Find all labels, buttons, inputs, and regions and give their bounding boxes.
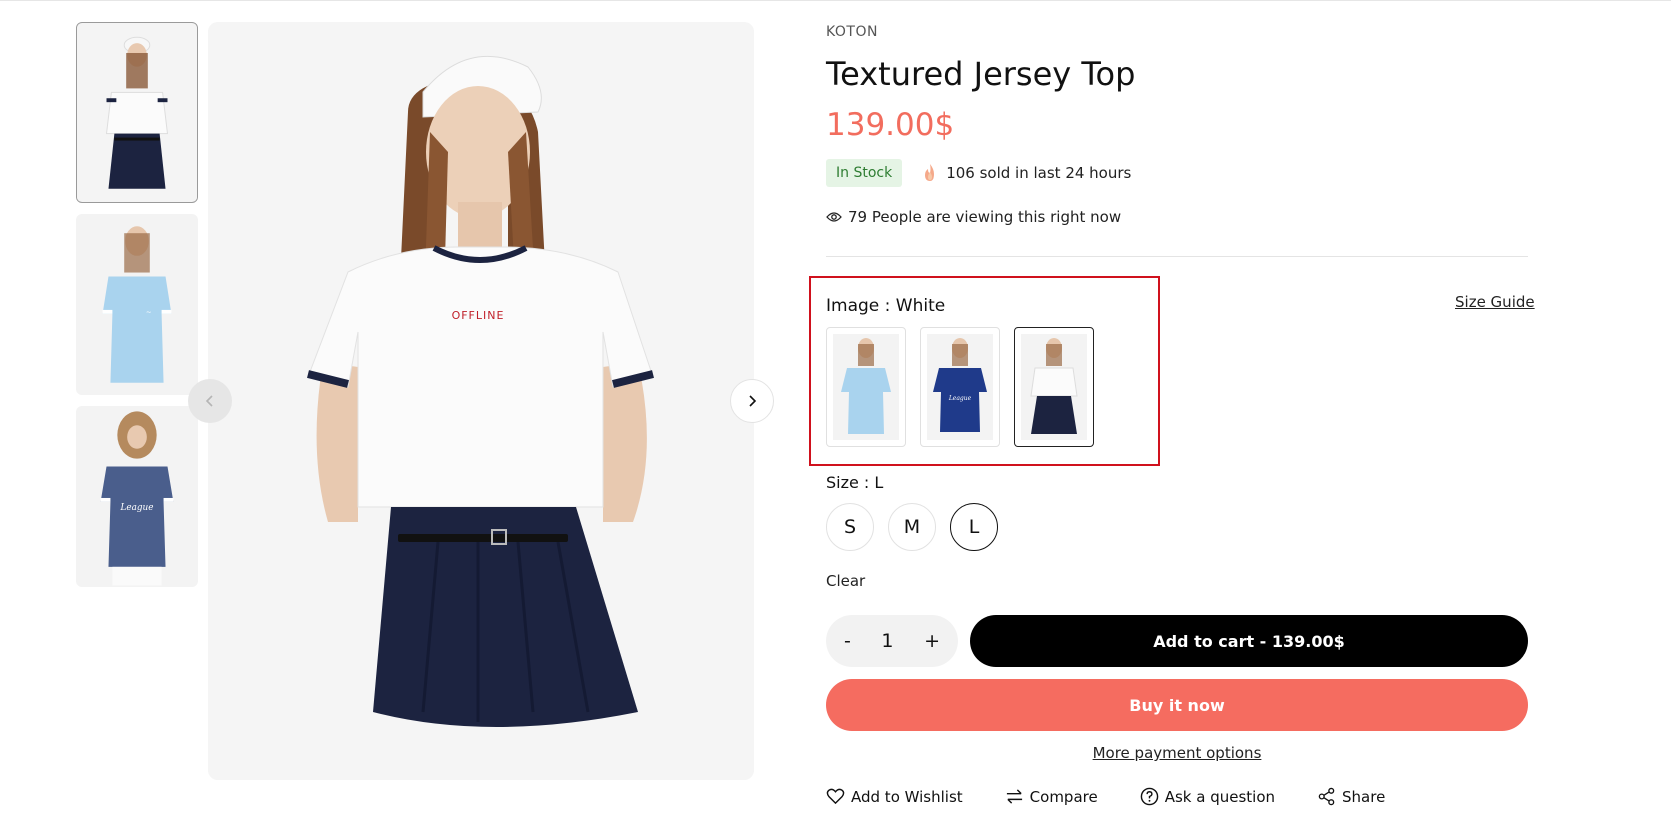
heart-icon [826, 788, 845, 805]
stock-row: In Stock 106 sold in last 24 hours [826, 158, 1528, 188]
top-divider [0, 0, 1671, 1]
compare-label: Compare [1029, 787, 1098, 806]
thumbnail-navy-top-image: League [77, 407, 197, 586]
size-option-m[interactable]: M [888, 503, 936, 551]
thumbnail-white-top-image [77, 23, 197, 202]
share-label: Share [1342, 787, 1386, 806]
main-product-image: OFFLINE [208, 22, 754, 780]
compare-button[interactable]: Compare [1005, 787, 1098, 806]
variant-label: Image : White [826, 296, 945, 316]
buy-now-button[interactable]: Buy it now [826, 679, 1528, 731]
variant-label-text: Image : [826, 296, 891, 316]
svg-text:League: League [120, 503, 154, 513]
swatch-light-blue-top[interactable] [826, 327, 906, 447]
size-options: S M L [826, 503, 1012, 551]
product-vendor: KOTON [826, 24, 878, 40]
chevron-right-icon [749, 395, 757, 407]
add-to-cart-button[interactable]: Add to cart - 139.00$ [970, 615, 1528, 667]
stock-badge: In Stock [826, 159, 903, 187]
sold-counter: 106 sold in last 24 hours [922, 163, 1131, 183]
swatch-navy-top[interactable]: League [920, 327, 1000, 447]
swatch-white-image [1021, 334, 1087, 440]
shirt-print-text: OFFLINE [452, 309, 505, 322]
thumbnail-navy-top[interactable]: League [76, 406, 198, 587]
clear-selection-link[interactable]: Clear [826, 572, 865, 590]
thumbnail-light-blue-top[interactable]: ~ [76, 214, 198, 395]
size-label: Size : L [826, 473, 883, 492]
svg-text:~: ~ [146, 308, 152, 316]
swatch-white-top[interactable] [1014, 327, 1094, 447]
thumbnail-list: ~ League [76, 22, 198, 598]
quantity-stepper: - 1 + [826, 615, 958, 667]
size-guide-link[interactable]: Size Guide [1455, 293, 1535, 311]
size-option-l[interactable]: L [950, 503, 998, 551]
next-image-button[interactable] [730, 379, 774, 423]
more-payment-options-link[interactable]: More payment options [826, 744, 1528, 762]
ask-question-label: Ask a question [1164, 787, 1276, 806]
info-divider [826, 256, 1528, 257]
product-title: Textured Jersey Top [826, 55, 1136, 93]
thumbnail-white-top[interactable] [76, 22, 198, 203]
svg-text:League: League [948, 395, 972, 402]
product-actions: Add to Wishlist Compare Ask a question S… [826, 787, 1427, 806]
eye-icon [826, 212, 842, 222]
quantity-decrease-button[interactable]: - [844, 630, 851, 652]
quantity-increase-button[interactable]: + [924, 630, 940, 652]
swatch-navy-image: League [927, 334, 993, 440]
variant-swatches: League [826, 327, 1108, 447]
compare-icon [1006, 789, 1022, 804]
viewing-text: 79 People are viewing this right now [848, 208, 1122, 226]
thumbnail-light-blue-top-image: ~ [77, 215, 197, 394]
swatch-light-blue-image [833, 334, 899, 440]
quantity-value[interactable]: 1 [881, 630, 893, 652]
model-white-top-navy-skirt: OFFLINE [208, 22, 754, 780]
fire-icon [925, 164, 935, 181]
product-info: KOTON Textured Jersey Top 139.00$ In Sto… [826, 22, 1528, 257]
add-to-wishlist-button[interactable]: Add to Wishlist [826, 787, 963, 806]
size-option-s[interactable]: S [826, 503, 874, 551]
size-label-text: Size : [826, 473, 870, 492]
viewing-counter: 79 People are viewing this right now [826, 206, 1528, 228]
prev-image-button[interactable] [188, 379, 232, 423]
share-button[interactable]: Share [1317, 787, 1385, 806]
ask-question-button[interactable]: Ask a question [1140, 787, 1275, 806]
product-price: 139.00$ [826, 107, 955, 143]
chevron-left-icon [205, 395, 213, 407]
share-icon [1318, 787, 1335, 806]
question-icon [1140, 787, 1159, 806]
size-selected-value: L [874, 473, 884, 492]
variant-selected-value: White [895, 296, 946, 316]
wishlist-label: Add to Wishlist [851, 787, 963, 806]
sold-text: 106 sold in last 24 hours [946, 164, 1132, 182]
